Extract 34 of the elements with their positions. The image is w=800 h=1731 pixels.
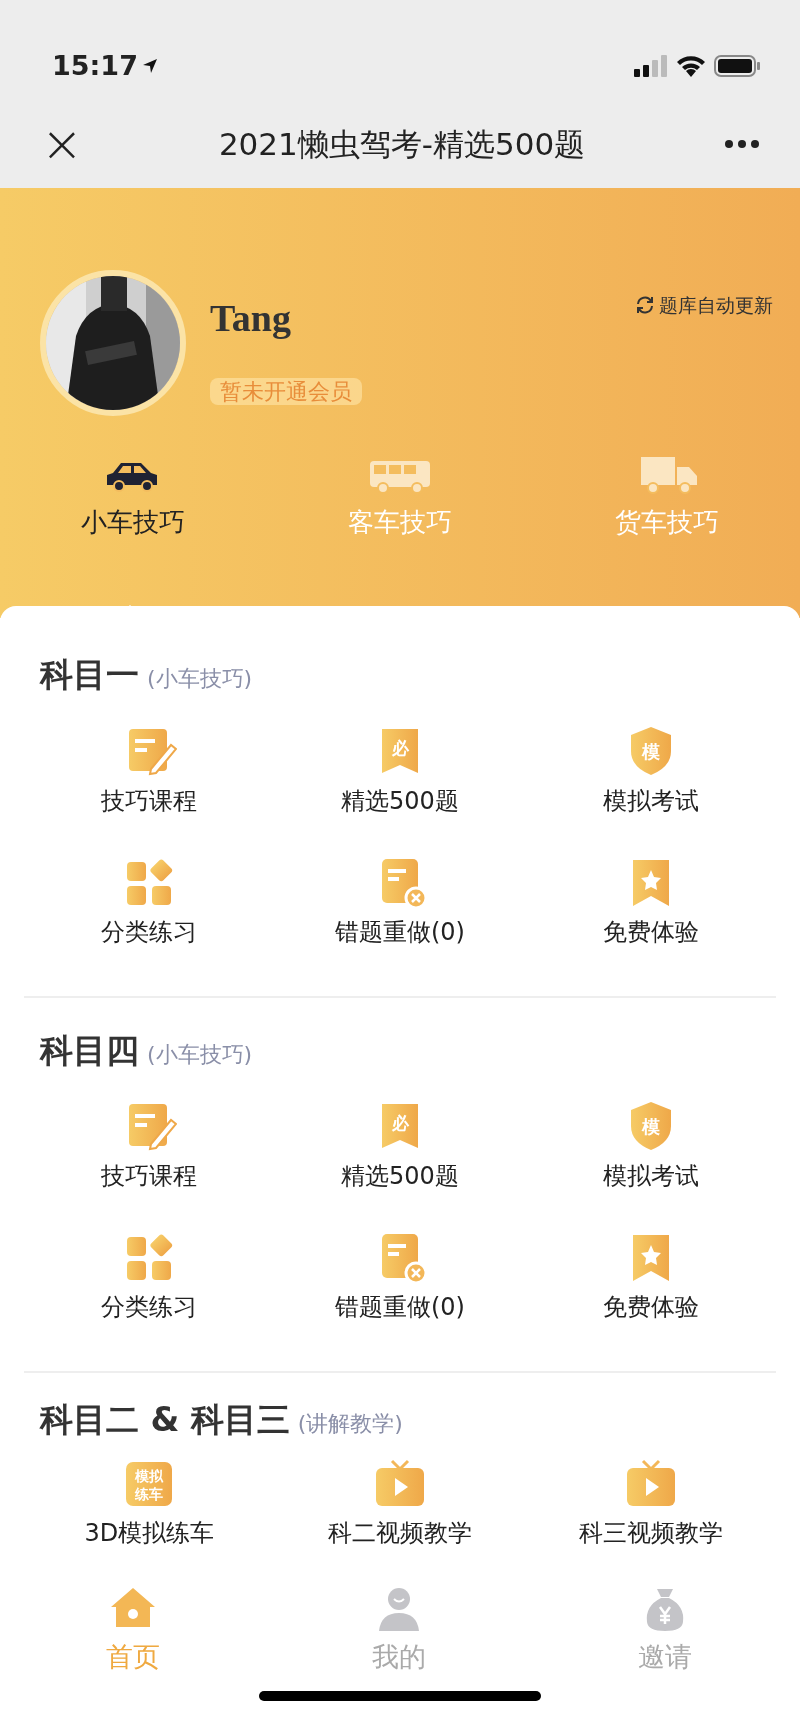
feature-button[interactable]: 错题重做(0) [274,1230,526,1361]
section-subtitle: (讲解教学) [297,1410,403,1438]
membership-badge: 暂未开通会员 [210,378,362,405]
section-title: 科目四 [40,1029,139,1072]
section-title: 科目一 [40,654,139,696]
section-subtitle: (小车技巧) [147,1040,253,1069]
page-title: 2021懒虫驾考-精选500题 [218,124,586,164]
section-subtitle: (小车技巧) [147,665,253,693]
user-name: Tang [210,296,292,341]
more-icon[interactable] [724,139,760,149]
feature-button[interactable]: 模 模拟考试 [525,723,776,855]
feature-button[interactable]: 科二视频教学 [274,1456,526,1551]
feature-button[interactable]: 模拟练车 3D模拟练车 [24,1456,275,1551]
feature-button[interactable]: 技巧课程 [24,723,275,855]
refresh-icon [635,295,655,316]
signal-icon [634,55,668,77]
status-time: 15:17 [52,48,138,83]
feature-button[interactable]: 必 精选500题 [274,723,526,855]
feature-button[interactable]: 技巧课程 [24,1099,275,1230]
feature-button[interactable]: 分类练习 [24,854,275,986]
battery-icon [714,55,760,77]
section-title: 科目二 & 科目三 [40,1399,290,1441]
feature-button[interactable]: 科三视频教学 [525,1456,776,1551]
location-icon [141,58,158,74]
feature-button[interactable]: 分类练习 [24,1230,275,1361]
feature-button[interactable]: 必 精选500题 [274,1099,526,1230]
vehicle-tab[interactable]: 小车技巧 [0,454,267,543]
wifi-icon [676,55,706,77]
feature-button[interactable]: 免费体验 [525,854,776,986]
feature-button[interactable]: 免费体验 [525,1230,776,1361]
close-button[interactable]: × [40,118,80,170]
feature-button[interactable]: 错题重做(0) [274,854,526,986]
auto-update-button[interactable]: 题库自动更新 [634,290,774,321]
feature-button[interactable]: 模 模拟考试 [525,1099,776,1230]
